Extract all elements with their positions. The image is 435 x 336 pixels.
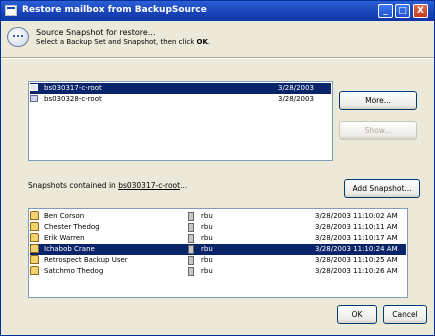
snapshot-row[interactable]: Satchmo Thedog rbu 3/28/2003 11:10:26 AM	[30, 266, 406, 277]
snapshot-row[interactable]: Chester Thedog rbu 3/28/2003 11:10:11 AM	[30, 222, 406, 233]
header-instructions: Select a Backup Set and Snapshot, then c…	[36, 38, 210, 46]
maximize-button[interactable]: □	[395, 4, 410, 18]
snapshot-row[interactable]: Erik Warren rbu 3/28/2003 11:10:17 AM	[30, 233, 406, 244]
snapshot-name: Satchmo Thedog	[44, 267, 104, 275]
owner-icon	[188, 212, 194, 221]
snapshot-name: Ichabob Crane	[44, 245, 95, 253]
user-icon	[30, 266, 39, 275]
snapshot-owner: rbu	[201, 212, 213, 220]
add-snapshot-button[interactable]: Add Snapshot...	[344, 179, 420, 198]
snapshot-row[interactable]: Retrospect Backup User rbu 3/28/2003 11:10…	[30, 255, 406, 266]
user-icon	[30, 211, 39, 220]
instructions-prefix: Select a Backup Set and Snapshot, then c…	[36, 38, 197, 46]
owner-icon	[188, 256, 194, 265]
backup-set-icon	[30, 95, 38, 102]
snapshot-icon	[7, 27, 29, 47]
backup-set-icon	[30, 84, 38, 91]
snapshot-name: Ben Corson	[44, 212, 85, 220]
user-icon	[30, 255, 39, 264]
snapshot-timestamp: 3/28/2003 11:10:11 AM	[315, 223, 398, 231]
show-button[interactable]: Show...	[339, 121, 417, 140]
ok-button[interactable]: OK	[337, 305, 377, 324]
restore-mailbox-dialog: Restore mailbox from BackupSource _ □ X …	[0, 0, 435, 336]
snapshot-owner: rbu	[201, 245, 213, 253]
user-icon	[30, 233, 39, 242]
snapshot-row[interactable]: Ben Corson rbu 3/28/2003 11:10:02 AM	[30, 211, 406, 222]
title-bar[interactable]: Restore mailbox from BackupSource _ □ X	[1, 1, 434, 21]
cancel-button[interactable]: Cancel	[383, 305, 427, 324]
snapshot-timestamp: 3/28/2003 11:10:26 AM	[315, 267, 398, 275]
snapshot-owner: rbu	[201, 256, 213, 264]
snapshots-label-prefix: Snapshots contained in	[28, 181, 119, 190]
user-icon	[30, 222, 39, 231]
backup-set-date: 3/28/2003	[278, 95, 314, 103]
snapshot-timestamp: 3/28/2003 11:10:24 AM	[315, 245, 398, 253]
more-button[interactable]: More...	[339, 91, 417, 110]
snapshot-row[interactable]: Ichabob Crane rbu 3/28/2003 11:10:24 AM	[30, 244, 406, 255]
backup-set-name: bs030328-c-root	[44, 95, 102, 103]
window-title: Restore mailbox from BackupSource	[22, 5, 207, 15]
backup-set-row[interactable]: bs030317-c-root 3/28/2003	[30, 83, 331, 94]
app-icon	[5, 5, 17, 16]
snapshot-owner: rbu	[201, 267, 213, 275]
instructions-suffix: .	[207, 38, 211, 46]
minimize-button[interactable]: _	[378, 4, 393, 18]
header-divider	[1, 57, 434, 59]
user-icon	[30, 244, 39, 253]
snapshot-name: Retrospect Backup User	[44, 256, 128, 264]
backup-set-row[interactable]: bs030328-c-root 3/28/2003	[30, 94, 331, 105]
snapshot-owner: rbu	[201, 234, 213, 242]
snapshot-owner: rbu	[201, 223, 213, 231]
snapshots-label: Snapshots contained in bs030317-c-root..…	[28, 181, 187, 190]
backup-set-name: bs030317-c-root	[44, 84, 102, 92]
backup-set-list[interactable]: bs030317-c-root 3/28/2003 bs030328-c-root…	[28, 81, 333, 161]
snapshot-name: Erik Warren	[44, 234, 85, 242]
snapshot-list[interactable]: Ben Corson rbu 3/28/2003 11:10:02 AM Chest…	[28, 208, 408, 298]
snapshots-label-set: bs030317-c-root	[118, 181, 181, 190]
instructions-ok: OK	[196, 38, 208, 46]
snapshot-timestamp: 3/28/2003 11:10:17 AM	[315, 234, 398, 242]
snapshot-timestamp: 3/28/2003 11:10:25 AM	[315, 256, 398, 264]
owner-icon	[188, 267, 194, 276]
owner-icon	[188, 223, 194, 232]
snapshots-label-suffix: ...	[180, 181, 188, 190]
header-title: Source Snapshot for restore...	[36, 28, 156, 37]
owner-icon	[188, 234, 194, 243]
close-button[interactable]: X	[413, 4, 428, 18]
snapshot-name: Chester Thedog	[44, 223, 100, 231]
backup-set-date: 3/28/2003	[278, 84, 314, 92]
owner-icon	[188, 245, 194, 254]
snapshot-timestamp: 3/28/2003 11:10:02 AM	[315, 212, 398, 220]
